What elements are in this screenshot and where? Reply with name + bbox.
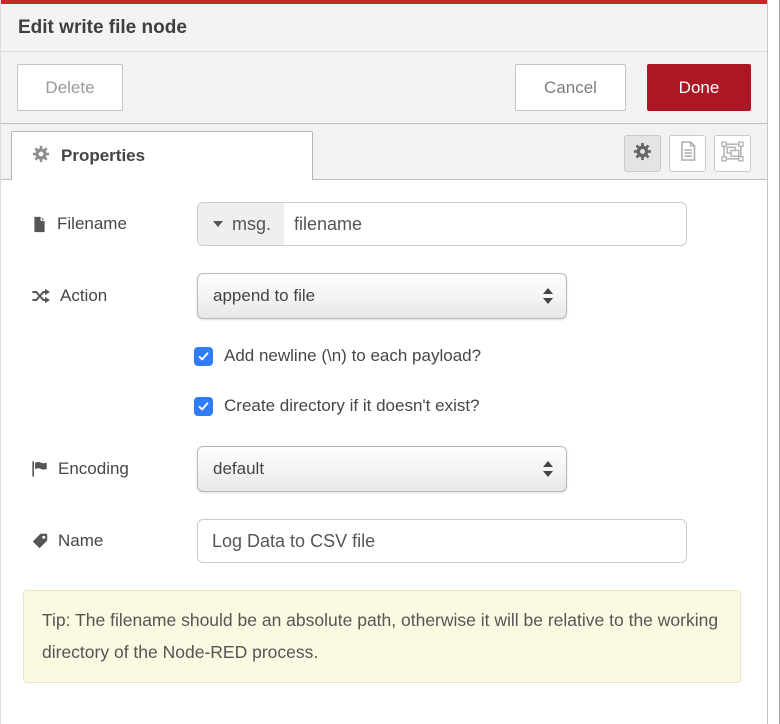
encoding-select-value: default	[213, 459, 264, 479]
done-button[interactable]: Done	[647, 64, 751, 111]
check-icon	[197, 350, 210, 363]
tab-bar: Properties	[1, 124, 767, 180]
newline-checkbox[interactable]	[194, 347, 213, 366]
right-edge-gutter	[767, 0, 780, 724]
document-icon	[678, 140, 698, 167]
tab-properties[interactable]: Properties	[11, 131, 313, 180]
check-icon	[197, 400, 210, 413]
newline-checkbox-label[interactable]: Add newline (\n) to each payload?	[224, 346, 481, 366]
filename-row: Filename msg.	[31, 202, 767, 246]
tab-properties-label: Properties	[61, 146, 145, 166]
dialog-title: Edit write file node	[18, 17, 187, 39]
name-label: Name	[31, 531, 197, 551]
appearance-tab-button[interactable]	[714, 135, 751, 172]
action-select-value: append to file	[213, 286, 315, 306]
mkdir-checkbox[interactable]	[194, 397, 213, 416]
filename-type-prefix: msg.	[232, 214, 271, 235]
properties-tab-button[interactable]	[624, 135, 661, 172]
gear-icon	[633, 142, 652, 166]
mkdir-checkbox-row: Create directory if it doesn't exist?	[194, 396, 767, 416]
description-tab-button[interactable]	[669, 135, 706, 172]
object-group-icon	[721, 140, 744, 168]
filename-label: Filename	[31, 214, 197, 234]
file-icon	[31, 215, 48, 234]
filename-input[interactable]	[284, 203, 686, 245]
encoding-row: Encoding default	[31, 446, 767, 492]
tag-icon	[31, 532, 49, 550]
name-input[interactable]	[197, 519, 687, 563]
encoding-select[interactable]: default	[197, 446, 567, 492]
newline-checkbox-row: Add newline (\n) to each payload?	[194, 346, 767, 366]
tab-icon-buttons	[624, 135, 751, 172]
select-arrows-icon	[543, 461, 553, 477]
action-row: Action append to file	[31, 273, 767, 319]
properties-form: Filename msg.	[1, 180, 767, 683]
dialog-header: Edit write file node	[1, 4, 767, 52]
encoding-label: Encoding	[31, 459, 197, 479]
delete-button[interactable]: Delete	[17, 64, 123, 111]
form-tip: Tip: The filename should be an absolute …	[23, 590, 741, 683]
name-row: Name	[31, 519, 767, 563]
flag-icon	[31, 460, 49, 478]
edit-node-dialog: Edit write file node Delete Cancel Done	[0, 0, 767, 724]
action-select[interactable]: append to file	[197, 273, 567, 319]
gear-icon	[32, 145, 50, 168]
mkdir-checkbox-label[interactable]: Create directory if it doesn't exist?	[224, 396, 480, 416]
filename-type-dropdown[interactable]: msg.	[198, 203, 284, 245]
chevron-down-icon	[213, 221, 223, 227]
random-icon	[31, 287, 51, 305]
filename-typed-input: msg.	[197, 202, 687, 246]
dialog-toolbar: Delete Cancel Done	[1, 52, 767, 124]
cancel-button[interactable]: Cancel	[515, 64, 626, 111]
action-label: Action	[31, 286, 197, 306]
select-arrows-icon	[543, 288, 553, 304]
